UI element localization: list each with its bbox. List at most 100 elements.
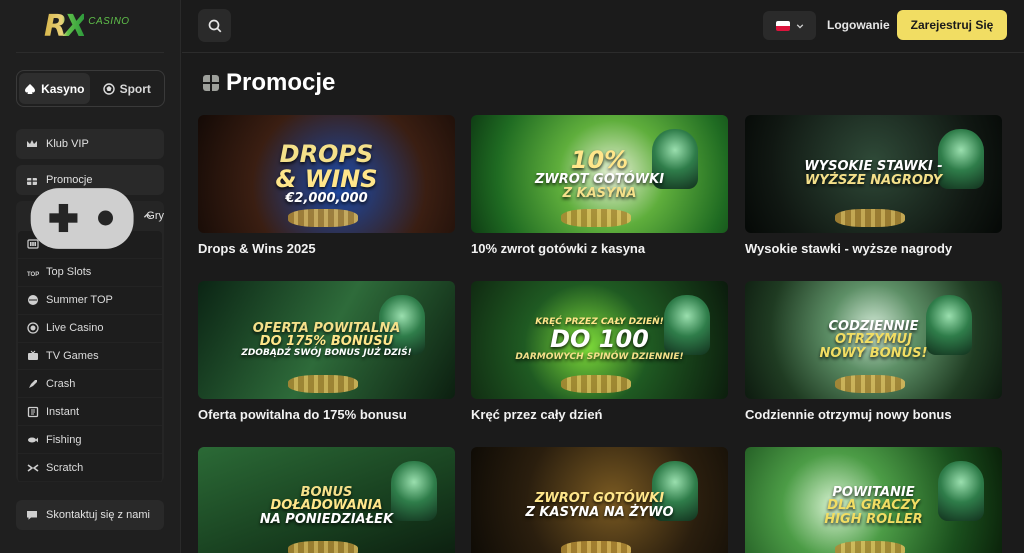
games-item-label: Live Casino [46, 322, 104, 335]
search-button[interactable] [198, 9, 231, 42]
games-toggle[interactable]: Gry [16, 187, 164, 249]
banner-text: OFERTA POWITALNA DO 175% BONUSU ZDOBĄDŹ SW… [241, 321, 412, 359]
promo-banner[interactable]: ZWROT GOTÓWKI Z KASYNA NA ŻYWO [471, 447, 728, 553]
chevron-up-icon [143, 213, 152, 218]
login-link[interactable]: Logowanie [827, 18, 890, 32]
promo-banner[interactable]: POWITANIE DLA GRACZY HIGH ROLLER [745, 447, 1002, 553]
banner-line: & WINS [275, 165, 378, 194]
banner-text: KRĘĆ PRZEZ CAŁY DZIEŃ! DO 100 DARMOWYCH SP… [515, 317, 684, 362]
coins-illustration [561, 209, 631, 227]
games-item-fishing[interactable]: Fishing [18, 426, 162, 455]
chevron-down-icon [796, 23, 803, 29]
fish-icon [28, 437, 38, 443]
robot-illustration [938, 129, 984, 189]
sidebar: RX CASINO Kasyno Sport Klub VIP Promocje… [0, 0, 181, 553]
banner-line: 10% [570, 145, 629, 174]
promo-banner[interactable]: DROPS & WINS €2,000,000 [198, 115, 455, 233]
games-item-summer-top[interactable]: Summer TOP [18, 287, 162, 315]
promo-card[interactable]: CODZIENNIE OTRZYMUJ NOWY BONUS! Codziennie … [745, 281, 1002, 422]
top-bar: Logowanie Zarejestruj Się [182, 0, 1024, 53]
gift-icon [203, 75, 219, 91]
crown-icon [27, 140, 37, 147]
promo-card[interactable]: DROPS & WINS €2,000,000 Drops & Wins 2025 [198, 115, 455, 256]
scratch-icon [27, 463, 39, 472]
banner-text: ZWROT GOTÓWKI Z KASYNA NA ŻYWO [525, 492, 673, 519]
promo-card-title[interactable]: Kręć przez cały dzień [471, 407, 728, 422]
games-section: Gry SlotsTOPTop SlotsSummer TOPLive Casi… [16, 187, 164, 483]
promo-card-title[interactable]: 10% zwrot gotówki z kasyna [471, 241, 728, 256]
promo-banner[interactable]: BONUS DOŁADOWANIA NA PONIEDZIAŁEK [198, 447, 455, 553]
promo-banner[interactable]: WYSOKIE STAWKI - WYŻSZE NAGRODY [745, 115, 1002, 233]
promo-card[interactable]: OFERTA POWITALNA DO 175% BONUSU ZDOBĄDŹ SW… [198, 281, 455, 422]
games-item-crash[interactable]: Crash [18, 370, 162, 399]
promo-banner[interactable]: OFERTA POWITALNA DO 175% BONUSU ZDOBĄDŹ SW… [198, 281, 455, 399]
chat-icon [27, 511, 37, 520]
games-item-scratch[interactable]: Scratch [18, 454, 162, 483]
casino-sport-switch: Kasyno Sport [16, 70, 165, 107]
promo-banner[interactable]: 10% ZWROT GOTÓWKI Z KASYNA [471, 115, 728, 233]
promo-card[interactable]: ZWROT GOTÓWKI Z KASYNA NA ŻYWO [471, 447, 728, 553]
games-item-label: TV Games [46, 350, 99, 362]
promo-card[interactable]: WYSOKIE STAWKI - WYŻSZE NAGRODY Wysokie st… [745, 115, 1002, 256]
promo-card[interactable]: POWITANIE DLA GRACZY HIGH ROLLER [745, 447, 1002, 553]
promo-card-title[interactable]: Drops & Wins 2025 [198, 241, 455, 256]
search-icon [208, 19, 221, 32]
banner-line: OTRZYMUJ [834, 332, 913, 348]
live-icon [27, 322, 39, 334]
promo-card-title[interactable]: Codziennie otrzymuj nowy bonus [745, 407, 1002, 422]
coins-illustration [288, 209, 358, 227]
coins-illustration [288, 541, 358, 553]
register-button[interactable]: Zarejestruj Się [897, 10, 1007, 40]
banner-text: DROPS & WINS €2,000,000 [275, 141, 378, 206]
sidebar-item-vip[interactable]: Klub VIP [16, 129, 164, 159]
ball-icon [102, 82, 115, 95]
sport-switch-button[interactable]: Sport [92, 73, 163, 104]
coins-illustration [561, 375, 631, 393]
banner-line: ZWROT GOTÓWKI [534, 171, 665, 187]
logo[interactable]: RX CASINO [16, 0, 164, 53]
banner-line: NOWY BONUS! [819, 345, 928, 361]
sport-switch-label: Sport [119, 81, 151, 96]
casino-switch-label: Kasyno [41, 81, 85, 96]
sidebar-item-contact[interactable]: Skontaktuj się z nami [16, 500, 164, 530]
promo-banner[interactable]: CODZIENNIE OTRZYMUJ NOWY BONUS! [745, 281, 1002, 399]
gamepad-icon [30, 187, 134, 249]
banner-text: CODZIENNIE OTRZYMUJ NOWY BONUS! [819, 319, 928, 361]
promo-card-title[interactable]: Oferta powitalna do 175% bonusu [198, 407, 455, 422]
instant-icon [27, 406, 39, 417]
banner-line: WYŻSZE NAGRODY [804, 173, 943, 188]
games-item-label: Scratch [46, 461, 84, 474]
banner-text: 10% ZWROT GOTÓWKI Z KASYNA [534, 145, 665, 201]
sun-icon [28, 295, 38, 306]
games-item-live-casino[interactable]: Live Casino [18, 315, 162, 343]
robot-illustration [938, 461, 984, 521]
casino-switch-button[interactable]: Kasyno [19, 73, 90, 104]
banner-line: DARMOWYCH SPINÓW DZIENNIE! [515, 351, 684, 362]
banner-line: Z KASYNA [562, 185, 637, 201]
poland-flag-icon [775, 20, 790, 31]
page-title-text: Promocje [226, 69, 336, 96]
promo-banner[interactable]: KRĘĆ PRZEZ CAŁY DZIEŃ! DO 100 DARMOWYCH SP… [471, 281, 728, 399]
games-item-tv-games[interactable]: TV Games [18, 343, 162, 371]
banner-line: ZDOBĄDŹ SWÓJ BONUS JUŻ DZIŚ! [241, 347, 412, 358]
rocket-icon [29, 379, 37, 388]
games-item-instant[interactable]: Instant [18, 398, 162, 427]
games-item-label: Instant [46, 405, 80, 418]
coins-illustration [835, 375, 905, 393]
sidebar-item-label: Klub VIP [46, 138, 89, 150]
banner-line: DO 100 [550, 325, 649, 354]
language-selector[interactable] [763, 11, 816, 40]
promo-card[interactable]: 10% ZWROT GOTÓWKI Z KASYNA 10% zwrot gotówk… [471, 115, 728, 256]
promo-card-title[interactable]: Wysokie stawki - wyższe nagrody [745, 241, 1002, 256]
banner-line: NA PONIEDZIAŁEK [259, 511, 394, 527]
tv-icon [28, 350, 38, 360]
banner-text: BONUS DOŁADOWANIA NA PONIEDZIAŁEK [259, 485, 394, 527]
promo-card[interactable]: BONUS DOŁADOWANIA NA PONIEDZIAŁEK [198, 447, 455, 553]
banner-text: WYSOKIE STAWKI - WYŻSZE NAGRODY [804, 160, 942, 187]
coins-illustration [835, 209, 905, 227]
promo-card[interactable]: KRĘĆ PRZEZ CAŁY DZIEŃ! DO 100 DARMOWYCH SP… [471, 281, 728, 422]
page-title: Promocje [203, 69, 335, 97]
banner-line: HIGH ROLLER [824, 511, 923, 527]
svg-text:TOP: TOP [27, 272, 39, 278]
games-item-label: Summer TOP [46, 294, 113, 307]
